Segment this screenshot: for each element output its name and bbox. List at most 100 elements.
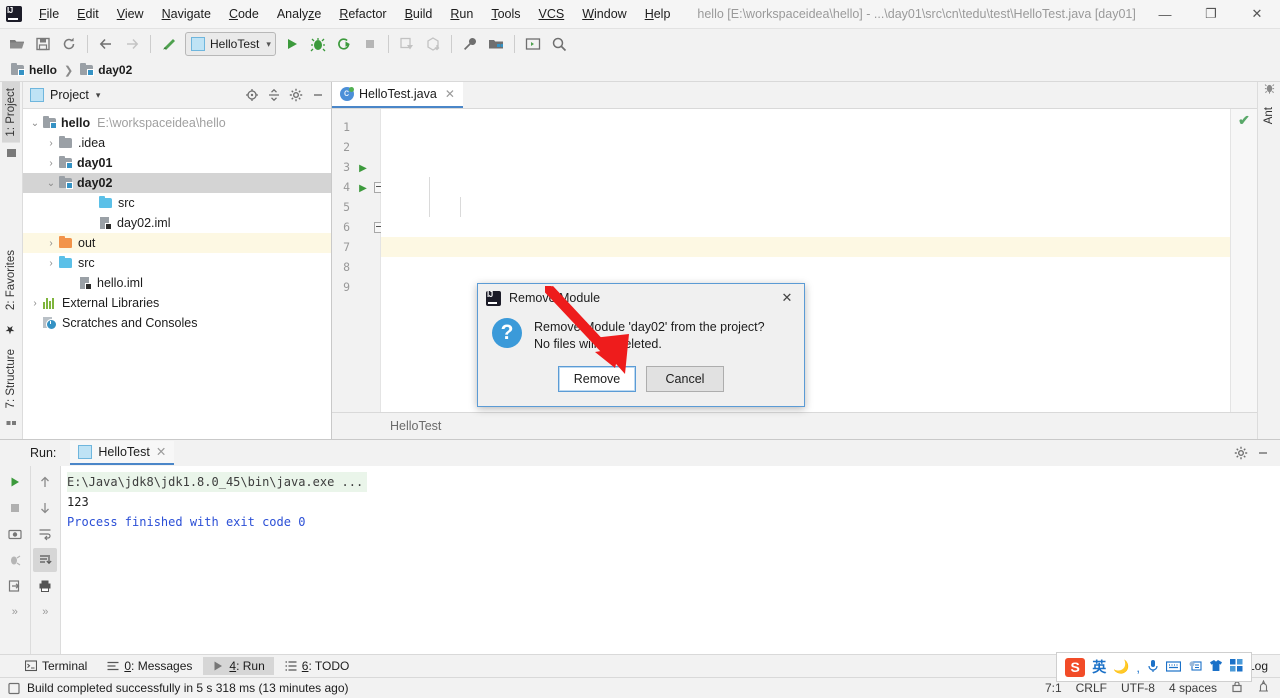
- tree-item-src[interactable]: › src: [23, 253, 331, 273]
- menu-window[interactable]: Window: [573, 3, 635, 25]
- tree-item-day02-src[interactable]: src: [23, 193, 331, 213]
- locate-target-icon[interactable]: [241, 84, 263, 106]
- ime-mode-label[interactable]: 英: [1092, 657, 1106, 677]
- chevron-down-icon[interactable]: ▾: [96, 90, 101, 101]
- file-encoding[interactable]: UTF-8: [1121, 681, 1155, 695]
- menu-bar[interactable]: File Edit View Navigate Code Analyze Ref…: [30, 0, 679, 28]
- debug-icon[interactable]: [306, 32, 330, 56]
- editor-gutter[interactable]: 1 2 3 4 5 6 7 8 9 ▶ ▶: [332, 109, 385, 412]
- gear-icon[interactable]: [1230, 442, 1252, 464]
- up-arrow-icon[interactable]: [33, 470, 57, 494]
- indent-setting[interactable]: 4 spaces: [1169, 681, 1217, 695]
- bottom-tab-messages[interactable]: 0: Messages: [98, 657, 201, 675]
- back-arrow-icon[interactable]: [94, 32, 118, 56]
- bottom-tab-run[interactable]: 4: Run: [203, 657, 274, 675]
- run-configuration-selector[interactable]: HelloTest ▾: [185, 32, 276, 56]
- comma-icon[interactable]: ,: [1136, 660, 1140, 675]
- menu-run[interactable]: Run: [441, 3, 482, 25]
- run-tab-hellotest[interactable]: HelloTest ✕: [70, 441, 175, 465]
- menu-analyze[interactable]: Analyze: [268, 3, 330, 25]
- tree-item-hello-iml[interactable]: hello.iml: [23, 273, 331, 293]
- make-project-icon[interactable]: [157, 32, 181, 56]
- menu-edit[interactable]: Edit: [68, 3, 108, 25]
- menu-help[interactable]: Help: [636, 3, 680, 25]
- breadcrumb-day02[interactable]: day02: [77, 62, 135, 78]
- project-tree[interactable]: ⌄ hello E:\workspaceidea\hello › .idea ›…: [23, 109, 331, 439]
- caret-position[interactable]: 7:1: [1045, 681, 1062, 695]
- menu-build[interactable]: Build: [396, 3, 442, 25]
- sidebar-item-ant[interactable]: Ant: [1260, 101, 1278, 130]
- run-method-gutter-icon[interactable]: ▶: [356, 177, 370, 197]
- remove-button[interactable]: Remove: [558, 366, 636, 392]
- bottom-tab-terminal[interactable]: Terminal: [16, 657, 96, 675]
- print-icon[interactable]: [33, 574, 57, 598]
- run-icon[interactable]: [280, 32, 304, 56]
- sidebar-item-favorites[interactable]: 2: Favorites: [2, 244, 20, 316]
- close-icon[interactable]: ✕: [445, 87, 455, 101]
- sidebar-item-structure[interactable]: 7: Structure: [2, 343, 20, 414]
- chevron-right-icon[interactable]: ›: [43, 258, 59, 269]
- chevron-down-icon[interactable]: ⌄: [27, 118, 43, 129]
- hector-icon[interactable]: [1257, 679, 1270, 696]
- lock-icon[interactable]: [1231, 680, 1243, 696]
- rerun-icon[interactable]: [3, 470, 27, 494]
- collapse-all-icon[interactable]: [263, 84, 285, 106]
- menu-navigate[interactable]: Navigate: [153, 3, 220, 25]
- bottom-tab-todo[interactable]: 6: TODO: [276, 657, 359, 675]
- export-icon[interactable]: [3, 574, 27, 598]
- menu-vcs[interactable]: VCS: [530, 3, 574, 25]
- save-all-icon[interactable]: [31, 32, 55, 56]
- soft-wrap-icon[interactable]: [33, 522, 57, 546]
- dialog-close-icon[interactable]: ✕: [770, 284, 804, 312]
- moon-icon[interactable]: 🌙: [1113, 659, 1129, 675]
- project-structure-icon[interactable]: [484, 32, 508, 56]
- expand-more-icon[interactable]: »: [3, 600, 27, 624]
- menu-refactor[interactable]: Refactor: [330, 3, 395, 25]
- screenshot-icon[interactable]: [3, 522, 27, 546]
- chevron-down-icon[interactable]: ⌄: [43, 178, 59, 189]
- tree-item-day01[interactable]: › day01: [23, 153, 331, 173]
- open-folder-icon[interactable]: [5, 32, 29, 56]
- editor-tab-hellotest[interactable]: HelloTest.java ✕: [332, 82, 463, 108]
- tree-item-external-libraries[interactable]: › External Libraries: [23, 293, 331, 313]
- tree-item-hello[interactable]: ⌄ hello E:\workspaceidea\hello: [23, 113, 331, 133]
- ime-toolbar[interactable]: S 英 🌙 ,: [1056, 652, 1252, 682]
- remove-module-dialog[interactable]: Remove Module ✕ ? Remove Module 'day02' …: [477, 283, 805, 407]
- menu-tools[interactable]: Tools: [482, 3, 529, 25]
- sync-icon[interactable]: [57, 32, 81, 56]
- cancel-button[interactable]: Cancel: [646, 366, 724, 392]
- search-everywhere-icon[interactable]: [547, 32, 571, 56]
- tree-item-day02[interactable]: ⌄ day02: [23, 173, 331, 193]
- apps-icon[interactable]: [1230, 659, 1243, 675]
- sogou-logo-icon[interactable]: S: [1065, 657, 1086, 677]
- settings-wrench-icon[interactable]: [458, 32, 482, 56]
- microphone-icon[interactable]: [1147, 659, 1159, 676]
- scroll-to-end-icon[interactable]: [33, 548, 58, 572]
- tree-item-scratches[interactable]: Scratches and Consoles: [23, 313, 331, 333]
- run-with-coverage-icon[interactable]: [332, 32, 356, 56]
- run-console[interactable]: E:\Java\jdk8\jdk1.8.0_45\bin\java.exe ..…: [60, 466, 1280, 654]
- close-button[interactable]: ✕: [1234, 0, 1280, 28]
- terminal-icon[interactable]: [521, 32, 545, 56]
- menu-file[interactable]: File: [30, 3, 68, 25]
- chevron-right-icon[interactable]: ›: [43, 138, 59, 149]
- keyboard-icon[interactable]: [1165, 660, 1182, 675]
- menu-view[interactable]: View: [108, 3, 153, 25]
- inspection-sidebar[interactable]: ✔: [1230, 109, 1257, 412]
- editor-breadcrumb[interactable]: HelloTest: [332, 412, 1257, 439]
- breadcrumb-hello[interactable]: hello: [8, 62, 60, 78]
- run-class-gutter-icon[interactable]: ▶: [356, 157, 370, 177]
- shirt-icon[interactable]: [1209, 659, 1223, 675]
- down-arrow-icon[interactable]: [33, 496, 57, 520]
- minimize-button[interactable]: —: [1142, 0, 1188, 28]
- gear-icon[interactable]: [285, 84, 307, 106]
- tree-item-idea[interactable]: › .idea: [23, 133, 331, 153]
- chevron-right-icon[interactable]: ›: [27, 298, 43, 309]
- card-icon[interactable]: [1188, 660, 1202, 675]
- tree-item-day02-iml[interactable]: day02.iml: [23, 213, 331, 233]
- expand-more-icon[interactable]: »: [33, 600, 57, 624]
- menu-code[interactable]: Code: [220, 3, 268, 25]
- chevron-right-icon[interactable]: ›: [43, 158, 59, 169]
- tree-item-out[interactable]: › out: [23, 233, 331, 253]
- sidebar-item-project[interactable]: 1: Project: [2, 82, 20, 143]
